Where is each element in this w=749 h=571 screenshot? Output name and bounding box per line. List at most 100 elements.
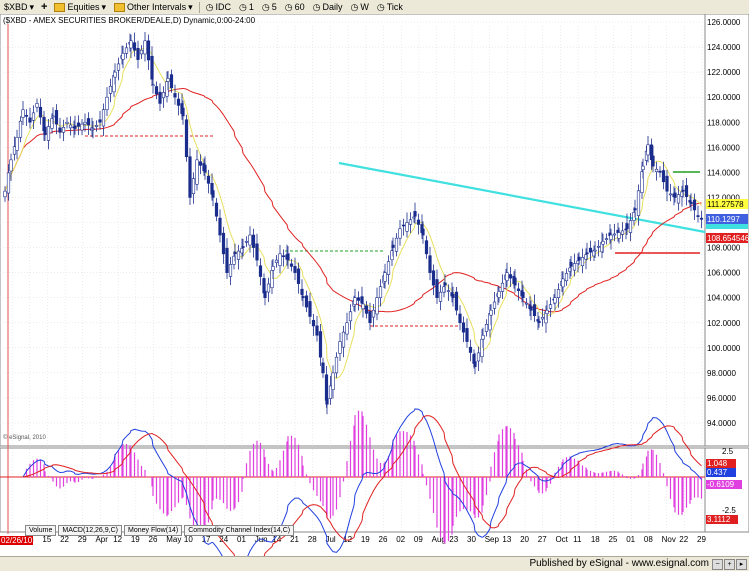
candle-body [465,328,469,342]
daily-button[interactable]: ◷ Daily [309,0,347,14]
candle-body [191,178,196,194]
candle-body [405,222,409,232]
candle-body [345,322,349,335]
price-chart[interactable]: ($XBD - AMEX SECURITIES BROKER/DEALE,D) … [0,14,749,556]
candle-body [513,277,517,286]
tab-cci[interactable]: Commodity Channel Index(14,C) [184,525,295,536]
y-axis-label: 104.0000 [707,294,741,303]
candle-body [176,98,181,106]
candle-body [225,247,229,273]
candle-body [24,115,29,117]
interval-1-button[interactable]: ◷ 1 [235,0,258,14]
blue-price-tag-text: 110.1297 [707,215,740,224]
candle-body [378,286,383,298]
plus-icon[interactable]: + [724,559,735,570]
candle-body [529,306,533,311]
candle-body [596,245,601,248]
candle-body [218,217,222,236]
candle-body [458,313,462,324]
yellow-price-tag-text: 111.27578 [707,200,744,209]
candle-body [214,202,219,217]
candle-body [391,244,395,248]
tab-macd[interactable]: MACD(12,26,9,C) [58,525,122,536]
y-axis-label: 122.0000 [707,68,741,77]
x-axis-label: 22 [679,535,688,544]
candle-body [524,302,529,305]
candle-body [139,49,144,55]
candle-body [443,282,447,286]
tick-button[interactable]: ◷ Tick [373,0,407,14]
y-axis-label: 126.0000 [707,18,741,27]
candle-body [248,234,252,246]
y-axis-label: 100.0000 [707,344,741,353]
candle-body [150,55,154,80]
candle-body [364,305,369,314]
candle-body [489,309,493,316]
candle-body [601,240,605,245]
candle-body [371,309,376,318]
category-dropdown[interactable]: Equities ▾ [50,0,110,14]
candle-body [338,341,342,354]
weekly-button[interactable]: ◷ W [346,0,372,14]
candle-body [641,165,645,171]
tab-money-flow[interactable]: Money Flow(14) [124,525,183,536]
candle-body [361,303,365,310]
candle-body [612,233,617,236]
candle-body [628,220,633,233]
candle-body [421,228,425,236]
candle-body [263,290,267,298]
candle-body [633,208,637,211]
candle-body [35,103,39,108]
candle-body [386,261,391,275]
candle-body [521,292,525,298]
x-axis-label: 01 [237,535,246,544]
candle-body [61,126,66,133]
y-axis-label: 96.0000 [707,394,736,403]
candle-body [569,261,573,267]
idc-button[interactable]: ◷ IDC [202,0,235,14]
clock-icon: ◷ [205,1,214,12]
candle-body [31,112,36,121]
intervals-dropdown[interactable]: Other Intervals ▾ [110,0,197,14]
interval-60-button[interactable]: ◷ 60 [281,0,309,14]
interval-5-button[interactable]: ◷ 5 [258,0,281,14]
candle-body [188,156,192,198]
candle-body [431,270,436,286]
candle-body [375,297,379,315]
candle-body [143,40,147,55]
candle-body [661,170,666,183]
candle-body [696,215,700,217]
x-axis-label: 19 [131,535,140,544]
candle-body [500,282,505,292]
add-button[interactable]: + [38,0,50,14]
candle-body [206,175,211,184]
candle-body [211,190,215,198]
candle-body [585,252,589,255]
candle-body [195,159,199,185]
x-axis-label: 12 [113,535,122,544]
candle-body [166,78,170,82]
candle-body [113,71,117,78]
candle-body [438,291,443,302]
symbol-field[interactable]: $XBD ▾ [0,0,38,14]
y-axis-label: 106.0000 [707,269,741,278]
candle-body [689,201,693,205]
candle-body [446,290,451,292]
chevron-down-icon[interactable]: ▾ [30,2,35,12]
candle-body [278,253,282,267]
candle-body [98,119,102,123]
candle-body [341,331,346,348]
candle-body [315,325,319,336]
status-bar: Published by eSignal - www.esignal.com −… [0,556,749,571]
tab-volume[interactable]: Volume [25,525,57,536]
minus-icon[interactable]: − [712,559,723,570]
candle-body [684,185,689,197]
candle-body [94,125,99,127]
clock-icon: ◷ [284,1,293,12]
candle-body [451,293,455,298]
candle-body [508,274,513,279]
candle-body [108,85,113,94]
x-axis-label: 01 [626,535,635,544]
candle-body [271,266,275,271]
expand-icon[interactable]: ▸ [736,559,747,570]
